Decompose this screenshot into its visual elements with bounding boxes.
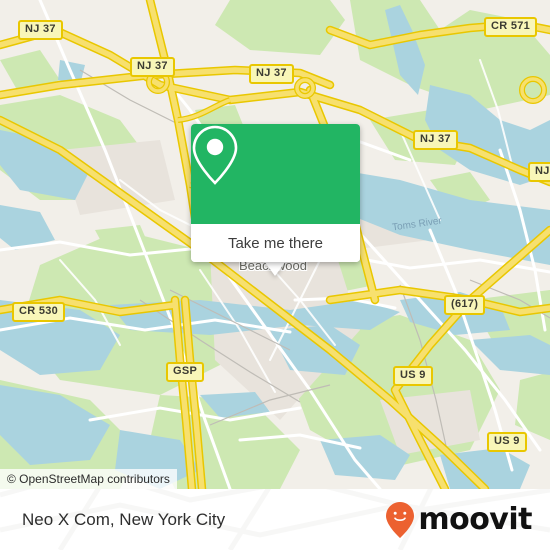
destination-popup-card[interactable]: Take me there xyxy=(191,124,360,262)
road-shield: NJ 37 xyxy=(18,20,63,40)
popup-pointer xyxy=(264,261,286,276)
moovit-brand[interactable]: moovit xyxy=(385,501,532,539)
popup-card-header xyxy=(191,124,360,224)
osm-attribution[interactable]: © OpenStreetMap contributors xyxy=(0,469,177,489)
road-shield: NJ xyxy=(528,162,550,182)
footer-bar: Neo X Com, New York City moovit xyxy=(0,489,550,550)
road-shield: NJ 37 xyxy=(413,130,458,150)
popup-card-action[interactable]: Take me there xyxy=(191,224,360,262)
moovit-pin-smiley-icon xyxy=(386,501,415,538)
page-title: Neo X Com, New York City xyxy=(22,509,226,529)
road-shield: (617) xyxy=(444,295,486,315)
map-pin-icon xyxy=(192,125,238,185)
map-screenshot: NJ 37 NJ 37 NJ 37 CR 571 NJ 37 NJ CR 530… xyxy=(0,0,550,550)
road-shield: CR 571 xyxy=(484,17,538,37)
road-shield: CR 530 xyxy=(12,302,66,322)
road-shield: US 9 xyxy=(487,432,527,452)
road-shield: GSP xyxy=(166,362,205,382)
road-shield: US 9 xyxy=(393,366,433,386)
moovit-wordmark: moovit xyxy=(418,501,532,537)
take-me-there-label: Take me there xyxy=(227,234,324,252)
map-canvas[interactable]: NJ 37 NJ 37 NJ 37 CR 571 NJ 37 NJ CR 530… xyxy=(0,0,550,489)
road-shield: NJ 37 xyxy=(130,57,175,77)
osm-attribution-text: © OpenStreetMap contributors xyxy=(7,472,170,486)
road-shield: NJ 37 xyxy=(249,64,294,84)
